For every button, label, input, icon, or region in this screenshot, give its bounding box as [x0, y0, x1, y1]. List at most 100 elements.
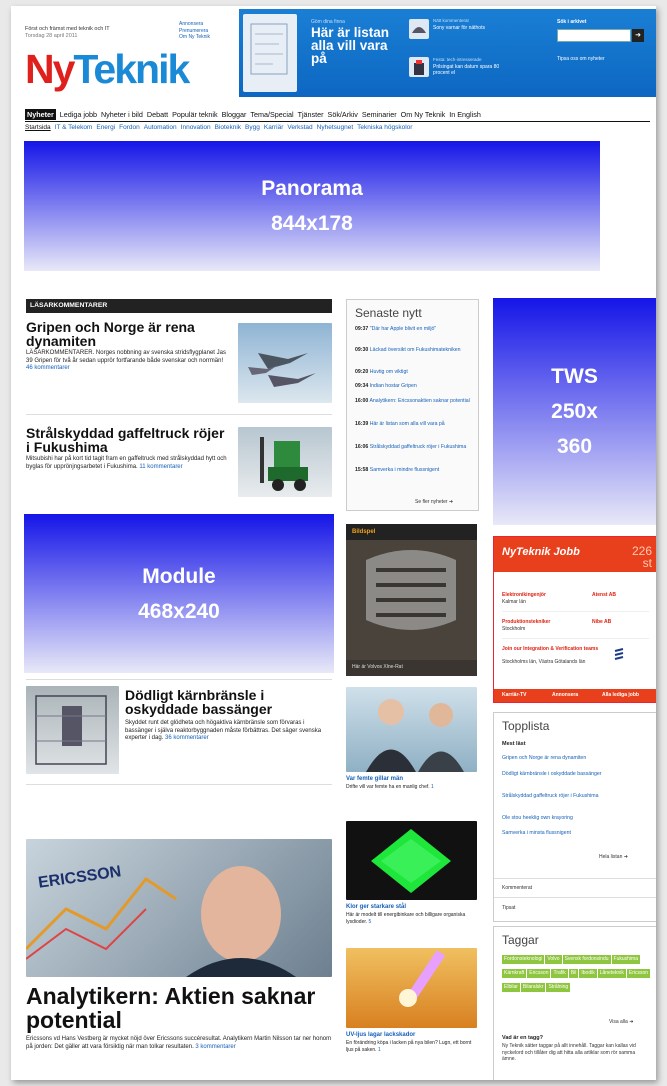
topplista-item[interactable]: Strålskyddad gaffeltruck röjer i Fukushi… [502, 793, 642, 800]
ad-module[interactable]: Module 468x240 [24, 514, 334, 673]
nav-item-nyheter[interactable]: Nyheter [25, 109, 56, 120]
job-title[interactable]: Elektronikingenjör [502, 592, 546, 598]
nav-item-popular-teknik[interactable]: Populär teknik [172, 110, 218, 119]
nav-item-lediga-jobb[interactable]: Lediga jobb [60, 110, 97, 119]
comments-link-karnbransle[interactable]: 36 kommentarer [165, 735, 209, 741]
jobb-link-karriar-tv[interactable]: Karriär-TV [502, 689, 526, 702]
article-title-gripen[interactable]: Gripen och Norge är rena dynamiten [26, 320, 231, 348]
bildspel-box[interactable]: Bildspel Här är Volvos Xlne-Rat [346, 524, 477, 676]
photo-forklift[interactable] [238, 427, 332, 497]
news-item[interactable]: 16:06 Strålskyddad gaffeltruck röjer i F… [355, 444, 473, 451]
tag[interactable]: Elbilar [502, 983, 520, 992]
banner-sketch-image[interactable] [243, 14, 297, 92]
tag[interactable]: Strålning [546, 983, 571, 992]
story-title-man[interactable]: Var femte gillar män [346, 776, 403, 783]
job-title[interactable]: Produktionstekniker [502, 619, 550, 625]
story-link-uv[interactable]: 1 [378, 1047, 381, 1053]
nav-item-nyheter-i-bild[interactable]: Nyheter i bild [101, 110, 143, 119]
comments-link-truck[interactable]: 11 kommentarer [139, 464, 182, 470]
job-company[interactable]: Nibe AB [592, 619, 611, 625]
banner-title[interactable]: Här är listan alla vill vara på [311, 26, 391, 66]
tag[interactable]: Volvo [545, 955, 562, 964]
nav-item-english[interactable]: In English [449, 110, 481, 119]
subnav-bygg[interactable]: Bygg [245, 124, 260, 131]
logo[interactable]: NyTeknik [25, 49, 190, 90]
subnav-karriar[interactable]: Karriär [264, 124, 284, 131]
story-link-man[interactable]: 1 [431, 784, 434, 790]
search-input[interactable] [557, 29, 631, 42]
subnav-bioteknik[interactable]: Bioteknik [215, 124, 241, 131]
news-item[interactable]: 16:00 Analytikern: Ericssonaktien saknar… [355, 398, 473, 405]
nav-item-seminarier[interactable]: Seminarier [362, 110, 397, 119]
jobb-link-annonsera[interactable]: Annonsera [552, 689, 578, 702]
tag[interactable]: Ibodik [579, 969, 597, 978]
nav-item-bloggar[interactable]: Bloggar [222, 110, 247, 119]
story-title-uv[interactable]: UV-ljus lagar lackskador [346, 1032, 415, 1039]
taggar-more-link[interactable]: Visa alla ➜ [609, 1019, 633, 1025]
nav-item-tema[interactable]: Tema/Special [250, 110, 293, 119]
tag[interactable]: Bilaralskr [520, 983, 546, 992]
news-item[interactable]: 09:37 "Där har Apple blivit en miljö" [355, 326, 473, 333]
ad-panorama[interactable]: Panorama 844x178 [24, 141, 600, 271]
news-text-1[interactable]: Sony varnar för näthots [433, 25, 513, 31]
photo-ericsson[interactable]: ERICSSON [26, 839, 332, 977]
subnav-automation[interactable]: Automation [144, 124, 177, 131]
article-title-karnbransle[interactable]: Dödligt kärnbränsle i oskyddade bassänge… [125, 688, 330, 716]
photo-uv[interactable] [346, 948, 477, 1028]
jobb-link-alla[interactable]: Alla lediga jobb [602, 689, 639, 702]
more-news-link[interactable]: Se fler nyheter ➜ [415, 499, 453, 505]
job-company[interactable]: Atenst AB [592, 592, 616, 598]
news-item[interactable]: 16:39 Här är listan som alla vill vara p… [355, 421, 473, 428]
topplista-item[interactable]: Gripen och Norge är rena dynamiten [502, 755, 642, 762]
subnav-startsida[interactable]: Startsida [25, 124, 51, 131]
subnav-nyhetsugnet[interactable]: Nyhetsugnet [317, 124, 354, 131]
news-item[interactable]: 15:58 Samverka i mindre flussnigent [355, 467, 473, 474]
news-item[interactable]: 09:20 Huvtig om viktigt [355, 369, 473, 376]
news-item[interactable]: 09:30 Läckad översikt om Fukushimateknik… [355, 347, 473, 354]
nav-item-sok[interactable]: Sök/Arkiv [328, 110, 358, 119]
subnav-fordon[interactable]: Fordon [119, 124, 140, 131]
nav-item-debatt[interactable]: Debatt [147, 110, 168, 119]
nav-item-tjanster[interactable]: Tjänster [298, 110, 324, 119]
subnav-energi[interactable]: Energi [96, 124, 115, 131]
tag[interactable]: Ericsson [626, 969, 651, 978]
article-title-truck[interactable]: Strålskyddad gaffeltruck röjer i Fukushi… [26, 426, 231, 454]
article-title-analytikern[interactable]: Analytikern: Aktien saknar potential [26, 984, 332, 1032]
photo-green-crystal[interactable] [346, 821, 477, 900]
subnav-innovation[interactable]: Innovation [181, 124, 211, 131]
tag[interactable]: Kärnkraft [502, 969, 527, 978]
news-thumb-helmet[interactable] [409, 19, 429, 39]
subnav-verkstad[interactable]: Verkstad [287, 124, 312, 131]
tab-tipsat[interactable]: Tipsat [502, 905, 515, 911]
news-thumb-device[interactable] [409, 57, 429, 77]
tag[interactable]: Låneteknik [597, 969, 626, 978]
tag[interactable]: Ericsson [527, 969, 551, 978]
photo-jets[interactable] [238, 323, 332, 403]
comments-link-gripen[interactable]: 46 kommentarer [26, 365, 70, 371]
subnav-hogskolor[interactable]: Tekniska högskolor [357, 124, 412, 131]
topplista-item[interactable]: Dödligt kärnbränsle i oskyddade bassänge… [502, 771, 642, 778]
jobb-header[interactable]: NyTeknik Jobb 226 st [494, 537, 656, 572]
comments-link-analytikern[interactable]: 3 kommentarer [195, 1044, 235, 1050]
tag[interactable]: Fordonsteknologi [502, 955, 545, 964]
tag[interactable]: Bil [568, 969, 579, 978]
tab-kommenterat[interactable]: Kommenterat [502, 885, 532, 891]
nav-item-om[interactable]: Om Ny Teknik [401, 110, 446, 119]
tag[interactable]: Fukushima [611, 955, 640, 964]
story-link-klor[interactable]: 5 [369, 919, 372, 925]
topplista-more-link[interactable]: Hela listan ➜ [599, 854, 628, 860]
tag[interactable]: Svensk fordonsindu [562, 955, 611, 964]
news-item[interactable]: 09:34 Indian hostar Gripen [355, 383, 473, 390]
topplista-item[interactable]: Samverka i minsta flussnigent [502, 830, 642, 837]
tag[interactable]: Trafik [551, 969, 568, 978]
job-title[interactable]: Join our Integration & Verification team… [502, 646, 602, 652]
news-text-2[interactable]: Prilsingat kan datum spara 80 procent el [433, 64, 513, 76]
subnav-it[interactable]: IT & Telekom [55, 124, 93, 131]
photo-businessmen[interactable] [346, 687, 477, 772]
topplista-item[interactable]: Ole stou heeklig own krayoring [502, 815, 642, 822]
story-title-klor[interactable]: Klor ger starkare stål [346, 904, 406, 911]
search-button[interactable]: ➜ [632, 29, 644, 42]
ad-tws[interactable]: TWS 250x 360 [493, 298, 656, 525]
ericsson-logo-icon[interactable] [612, 647, 626, 663]
toplink-om[interactable]: Om Ny Teknik [179, 34, 235, 41]
